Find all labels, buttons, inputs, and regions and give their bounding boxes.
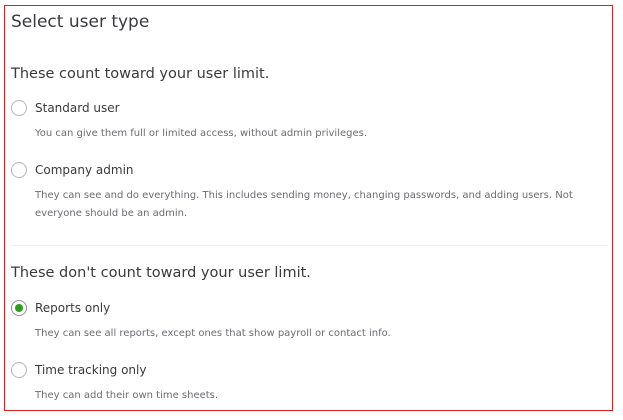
- section-heading-counted: These count toward your user limit.: [11, 66, 270, 82]
- reports-only-description: They can see all reports, except ones th…: [35, 328, 391, 339]
- time-tracking-only-description: They can add their own time sheets.: [35, 390, 219, 401]
- page-title: Select user type: [11, 12, 150, 32]
- time-tracking-only-radio[interactable]: [11, 362, 27, 378]
- standard-user-radio[interactable]: [11, 100, 27, 116]
- standard-user-description: You can give them full or limited access…: [35, 128, 368, 139]
- time-tracking-only-label[interactable]: Time tracking only: [35, 363, 146, 377]
- standard-user-label[interactable]: Standard user: [35, 101, 120, 115]
- reports-only-radio[interactable]: [11, 300, 27, 316]
- option-company-admin[interactable]: Company admin: [11, 162, 134, 178]
- company-admin-description: They can see and do everything. This inc…: [35, 190, 573, 219]
- section-heading-not-counted: These don't count toward your user limit…: [11, 265, 311, 281]
- reports-only-label[interactable]: Reports only: [35, 301, 110, 315]
- company-admin-radio[interactable]: [11, 162, 27, 178]
- option-time-tracking-only[interactable]: Time tracking only: [11, 362, 146, 378]
- section-divider: [11, 245, 608, 246]
- option-reports-only[interactable]: Reports only: [11, 300, 110, 316]
- company-admin-label[interactable]: Company admin: [35, 163, 134, 177]
- option-standard-user[interactable]: Standard user: [11, 100, 120, 116]
